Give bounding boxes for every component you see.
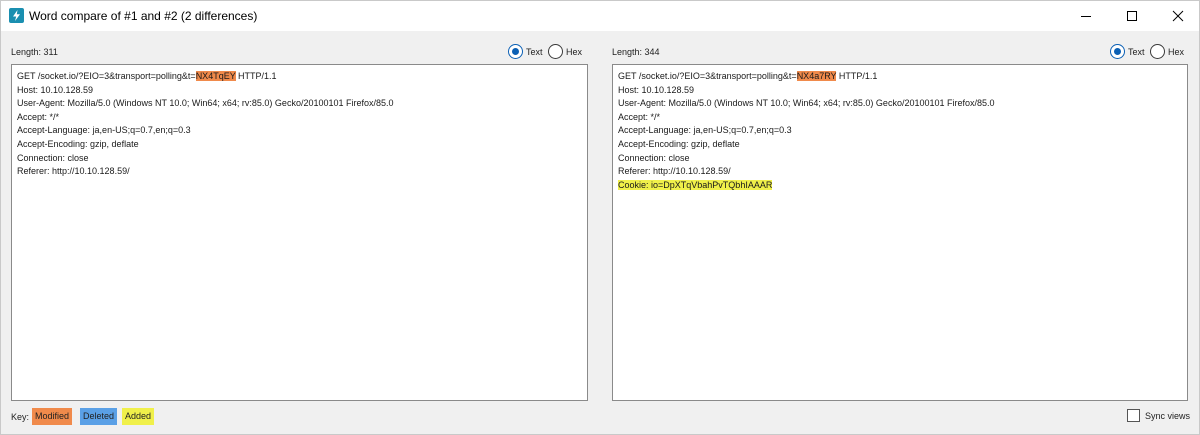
modified-token: NX4a7RY [796, 71, 837, 81]
left-text-option-label: Text [526, 46, 543, 57]
left-text-radio[interactable]: Text [508, 43, 543, 60]
header-line-host: Host: 10.10.128.59 [17, 84, 94, 95]
request-line: GET /socket.io/?EIO=3&transport=polling&… [618, 70, 1182, 84]
modified-token: NX4TqEY [195, 71, 236, 81]
sync-views-toggle[interactable]: Sync views [1127, 409, 1190, 422]
radio-unselected-icon [1150, 44, 1165, 59]
radio-unselected-icon [548, 44, 563, 59]
left-hex-radio[interactable]: Hex [548, 43, 582, 60]
request-line-suffix: HTTP/1.1 [235, 71, 277, 81]
header-line-connection: Connection: close [618, 152, 690, 163]
deleted-key-badge: Deleted [80, 408, 118, 425]
request-line-prefix: GET /socket.io/?EIO=3&transport=polling&… [17, 71, 196, 81]
header-line-accept-language: Accept-Language: ja,en-US;q=0.7,en;q=0.3 [17, 125, 191, 136]
header-line-host: Host: 10.10.128.59 [618, 84, 695, 95]
header-line-accept-language: Accept-Language: ja,en-US;q=0.7,en;q=0.3 [618, 125, 792, 136]
request-line-suffix: HTTP/1.1 [836, 71, 878, 81]
right-text-pane[interactable]: GET /socket.io/?EIO=3&transport=polling&… [612, 64, 1188, 401]
minimize-icon [1081, 15, 1091, 17]
right-hex-option-label: Hex [1168, 46, 1185, 57]
radio-selected-icon [508, 44, 523, 59]
header-line-user-agent: User-Agent: Mozilla/5.0 (Windows NT 10.0… [618, 98, 995, 109]
close-button[interactable] [1155, 0, 1200, 31]
header-line-accept: Accept: */* [618, 111, 661, 122]
header-line-referer: Referer: http://10.10.128.59/ [618, 166, 731, 177]
maximize-button[interactable] [1109, 0, 1155, 31]
header-line-referer: Referer: http://10.10.128.59/ [17, 166, 130, 177]
window-title: Word compare of #1 and #2 (2 differences… [29, 9, 258, 23]
key-label: Key: [11, 412, 30, 422]
request-line-prefix: GET /socket.io/?EIO=3&transport=polling&… [618, 71, 797, 81]
header-line-accept-encoding: Accept-Encoding: gzip, deflate [618, 138, 740, 149]
header-line-connection: Connection: close [17, 152, 89, 163]
header-line-accept: Accept: */* [17, 111, 60, 122]
request-line: GET /socket.io/?EIO=3&transport=polling&… [17, 70, 582, 84]
minimize-button[interactable] [1063, 0, 1109, 31]
header-line-cookie: Cookie: io=DpXTqVbahPvTQbhIAAAR [618, 179, 1182, 193]
left-hex-option-label: Hex [566, 46, 583, 57]
left-text-pane[interactable]: GET /socket.io/?EIO=3&transport=polling&… [11, 64, 588, 401]
title-bar: Word compare of #1 and #2 (2 differences… [0, 0, 1200, 31]
sync-views-checkbox[interactable] [1127, 409, 1140, 422]
close-icon [1172, 10, 1184, 21]
right-text-option-label: Text [1128, 46, 1145, 57]
right-length-label: Length: 344 [612, 47, 660, 57]
right-hex-radio[interactable]: Hex [1150, 43, 1184, 60]
added-key-badge: Added [122, 408, 155, 425]
added-token: Cookie: io=DpXTqVbahPvTQbhIAAAR [618, 179, 773, 190]
radio-selected-icon [1110, 44, 1125, 59]
maximize-icon [1127, 10, 1137, 21]
left-length-label: Length: 311 [11, 47, 58, 57]
sync-views-label: Sync views [1145, 410, 1191, 421]
header-line-accept-encoding: Accept-Encoding: gzip, deflate [17, 138, 139, 149]
right-text-radio[interactable]: Text [1110, 43, 1145, 60]
modified-key-badge: Modified [32, 408, 73, 425]
app-logo-icon [9, 8, 24, 23]
header-line-user-agent: User-Agent: Mozilla/5.0 (Windows NT 10.0… [17, 98, 394, 109]
